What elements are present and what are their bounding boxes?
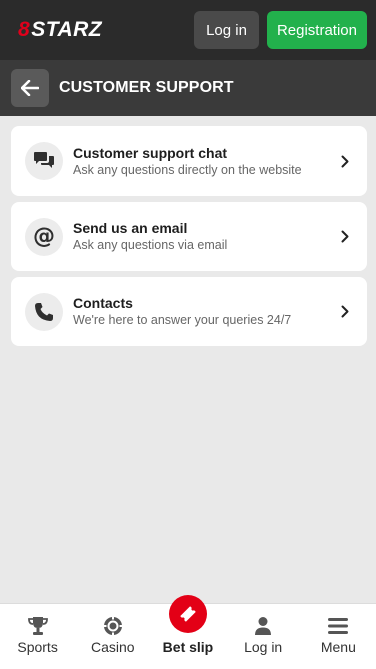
menu-icon xyxy=(327,615,349,637)
card-subtitle: Ask any questions via email xyxy=(73,238,228,252)
arrow-left-icon xyxy=(21,80,39,96)
support-contacts-card[interactable]: Contacts We're here to answer your queri… xyxy=(11,277,367,346)
logo-text: STARZ xyxy=(31,18,103,41)
user-icon xyxy=(253,615,273,637)
nav-label: Casino xyxy=(90,639,135,655)
card-text: Contacts We're here to answer your queri… xyxy=(73,295,339,328)
nav-sports[interactable]: Sports xyxy=(3,615,73,655)
app-root: 8 STARZ Log in Registration CUSTOMER SUP… xyxy=(0,0,376,669)
bottom-navigation: Sports Casino Bet slip Log in Menu xyxy=(0,595,376,669)
brand-logo[interactable]: 8 STARZ xyxy=(18,18,102,42)
card-text: Send us an email Ask any questions via e… xyxy=(73,220,339,253)
back-button[interactable] xyxy=(11,69,49,107)
chevron-right-icon xyxy=(339,305,351,318)
auth-buttons: Log in Registration xyxy=(194,11,367,49)
registration-button[interactable]: Registration xyxy=(266,11,367,49)
chevron-right-icon xyxy=(339,230,351,243)
card-title: Customer support chat xyxy=(73,144,228,161)
phone-icon xyxy=(25,292,63,331)
nav-login[interactable]: Log in xyxy=(228,615,298,655)
nav-menu[interactable]: Menu xyxy=(303,615,373,655)
card-text: Customer support chat Ask any questions … xyxy=(73,145,339,178)
chevron-right-icon xyxy=(339,155,351,168)
nav-casino[interactable]: Casino xyxy=(78,615,148,655)
support-options-list: Customer support chat Ask any questions … xyxy=(11,126,367,346)
card-title: Send us an email xyxy=(73,220,188,236)
ticket-icon xyxy=(168,595,207,633)
nav-label: Menu xyxy=(320,639,356,655)
chat-icon xyxy=(25,142,63,180)
support-email-card[interactable]: @ Send us an email Ask any questions via… xyxy=(11,202,367,271)
login-button[interactable]: Log in xyxy=(194,11,259,49)
page-title: CUSTOMER SUPPORT xyxy=(59,79,234,96)
page-header: CUSTOMER SUPPORT xyxy=(0,60,376,116)
nav-label: Log in xyxy=(244,639,283,655)
at-sign-icon: @ xyxy=(25,217,63,256)
trophy-icon xyxy=(27,615,49,637)
support-chat-card[interactable]: Customer support chat Ask any questions … xyxy=(11,126,367,196)
nav-label: Sports xyxy=(17,639,58,655)
card-title: Contacts xyxy=(73,295,133,311)
logo-mark: 8 xyxy=(18,18,31,41)
nav-bet-slip[interactable]: Bet slip xyxy=(153,595,223,655)
casino-chip-icon xyxy=(103,615,123,637)
card-subtitle: Ask any questions directly on the websit… xyxy=(73,162,302,177)
nav-label: Bet slip xyxy=(162,639,214,655)
top-header: 8 STARZ Log in Registration xyxy=(0,0,376,60)
card-subtitle: We're here to answer your queries 24/7 xyxy=(73,313,292,327)
